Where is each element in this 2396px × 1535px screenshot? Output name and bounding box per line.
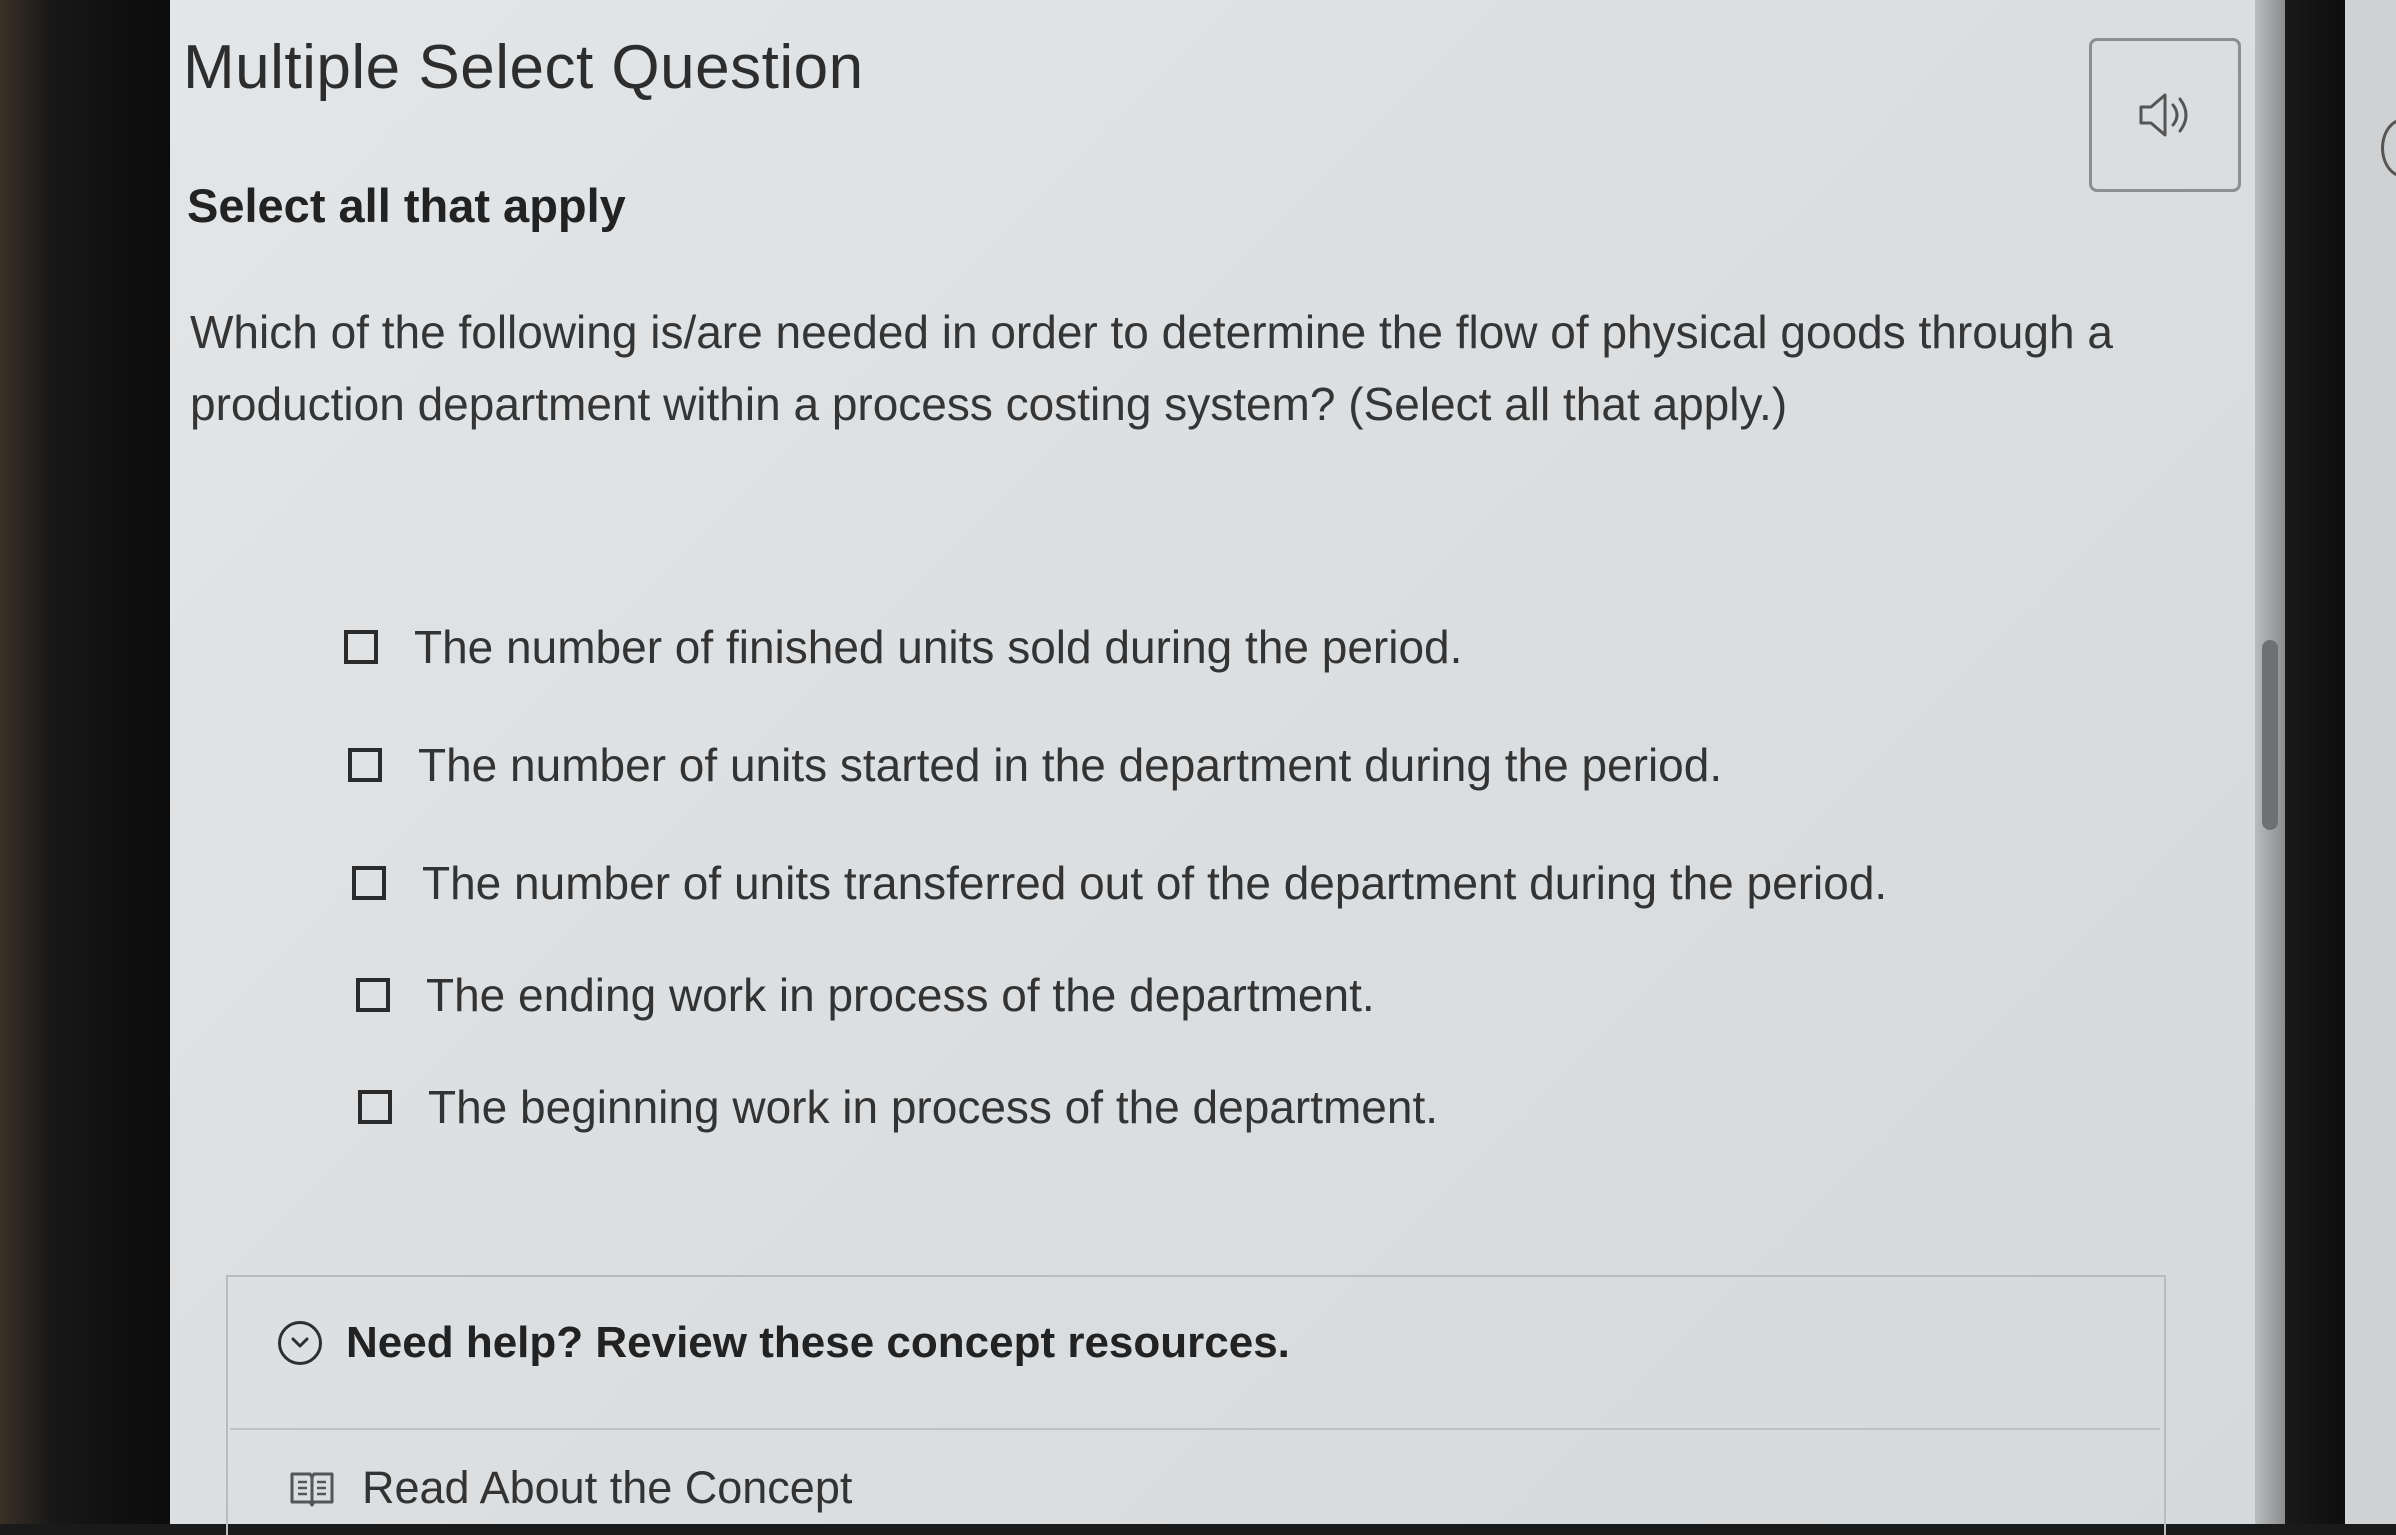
option-5[interactable]: The beginning work in process of the dep… <box>358 1080 1438 1134</box>
option-label: The beginning work in process of the dep… <box>428 1081 1439 1133</box>
option-4[interactable]: The ending work in process of the depart… <box>356 968 1375 1022</box>
checkbox[interactable] <box>352 866 386 900</box>
option-label: The number of units transferred out of t… <box>422 857 1888 909</box>
option-label: The number of finished units sold during… <box>414 621 1463 673</box>
scrollbar-thumb[interactable] <box>2262 640 2278 830</box>
read-about-concept-link[interactable]: Read About the Concept <box>288 1462 852 1514</box>
question-text: Which of the following is/are needed in … <box>190 306 2113 430</box>
instruction-text: Select all that apply <box>187 179 626 232</box>
option-label: The number of units started in the depar… <box>418 739 1723 791</box>
option-3[interactable]: The number of units transferred out of t… <box>352 856 1887 910</box>
book-icon <box>290 1472 334 1507</box>
partial-icon <box>2381 118 2396 178</box>
help-toggle[interactable]: Need help? Review these concept resource… <box>278 1318 1290 1368</box>
checkbox[interactable] <box>356 978 390 1012</box>
speaker-icon <box>2139 93 2188 137</box>
option-label: The ending work in process of the depart… <box>426 969 1375 1021</box>
adjacent-window-edge <box>2345 0 2396 1524</box>
help-toggle-label: Need help? Review these concept resource… <box>346 1318 1290 1367</box>
checkbox[interactable] <box>344 630 378 664</box>
option-1[interactable]: The number of finished units sold during… <box>344 620 1462 674</box>
checkbox[interactable] <box>358 1090 392 1124</box>
read-about-concept-label: Read About the Concept <box>362 1462 853 1513</box>
option-2[interactable]: The number of units started in the depar… <box>348 738 1722 792</box>
checkbox[interactable] <box>348 748 382 782</box>
monitor-bezel-left <box>0 0 170 1524</box>
monitor-bezel-right <box>2285 0 2345 1524</box>
divider <box>230 1428 2160 1430</box>
page-title: Multiple Select Question <box>183 33 864 102</box>
chevron-down-icon <box>278 1321 322 1365</box>
read-aloud-button[interactable] <box>2089 38 2241 192</box>
